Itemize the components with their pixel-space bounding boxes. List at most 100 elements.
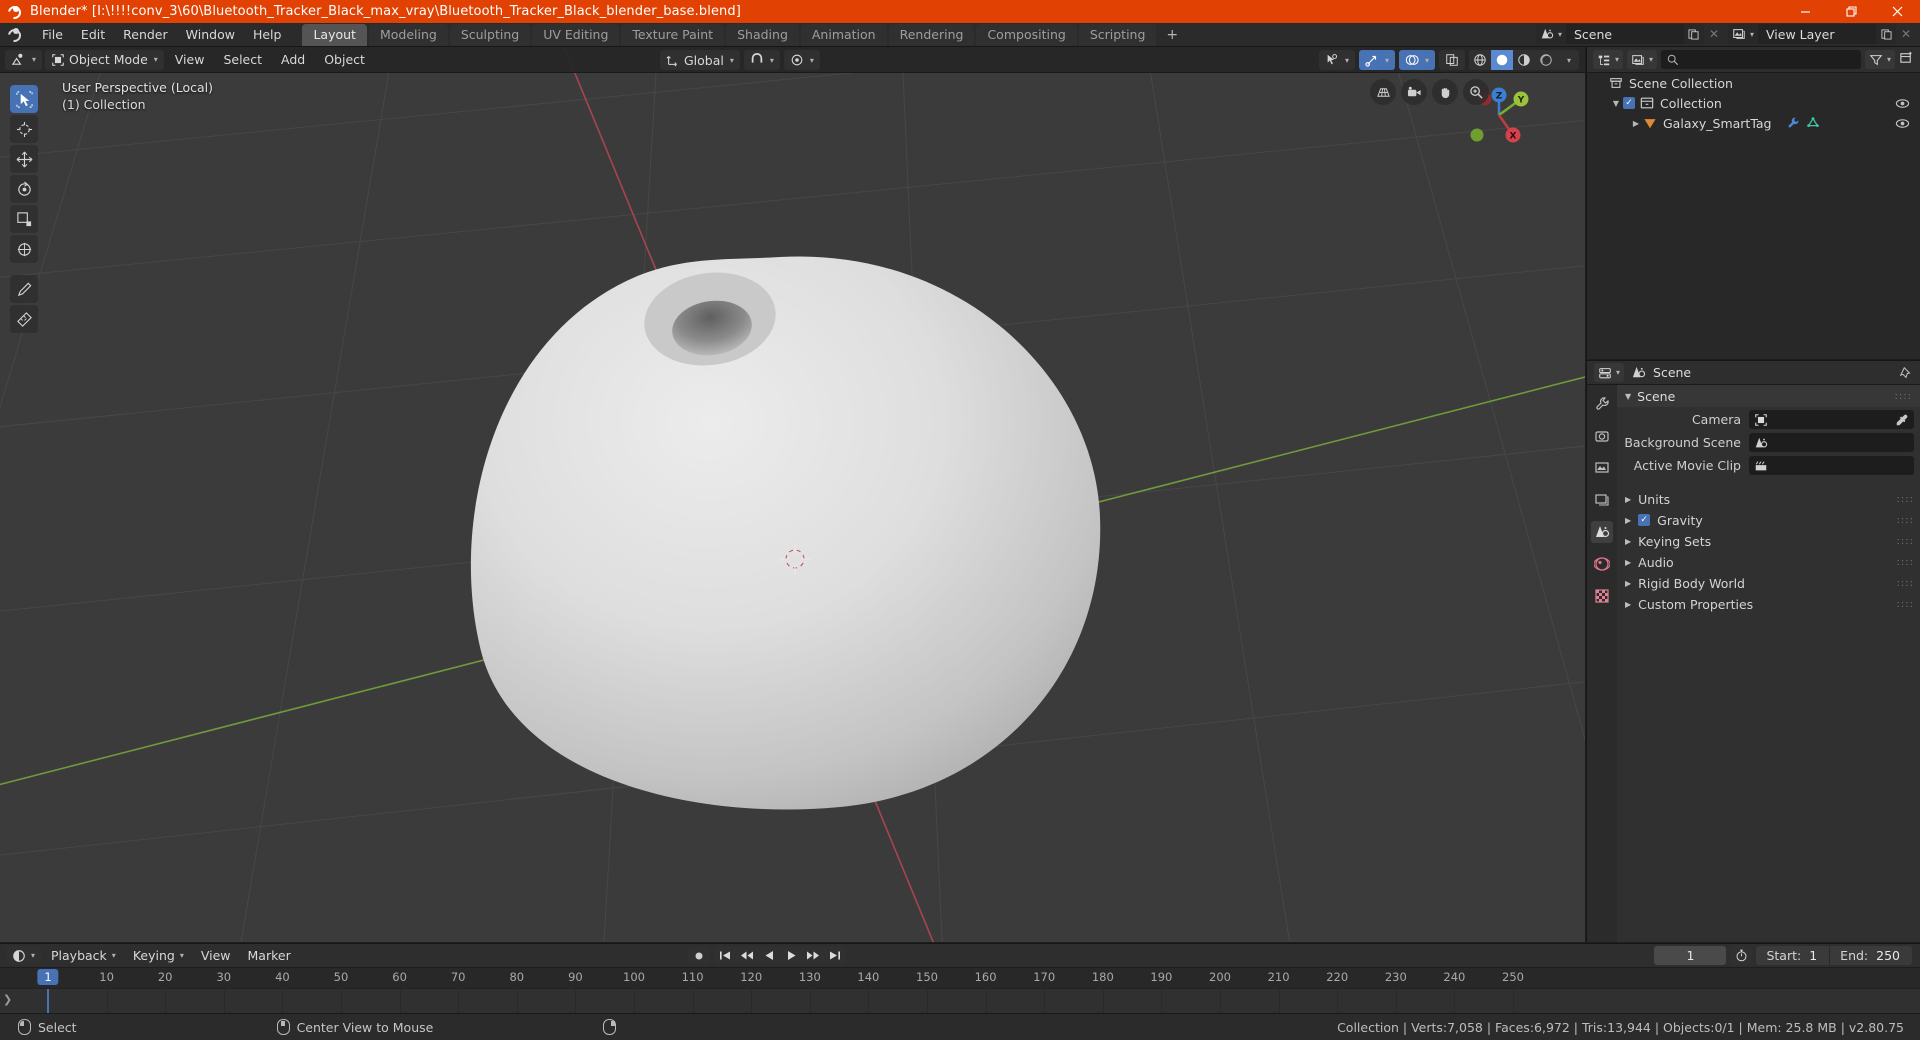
outliner-editor-type-button[interactable]: ▾ [1593, 50, 1624, 69]
tool-annotate[interactable] [10, 275, 38, 303]
toggle-orthographic-button[interactable] [1370, 79, 1396, 105]
tab-animation[interactable]: Animation [800, 23, 887, 46]
tab-texture-paint[interactable]: Texture Paint [621, 23, 725, 46]
shading-material-button[interactable] [1513, 50, 1535, 70]
tool-select-box[interactable] [10, 85, 38, 113]
outliner-row-collection[interactable]: ▼ ✓ Collection [1587, 93, 1920, 113]
timeline-ruler[interactable]: 1 10 20 30 40 50 60 70 80 90 100 110 120 130 140 150 16… [0, 968, 1920, 988]
eye-icon[interactable] [1895, 96, 1910, 111]
tool-move[interactable] [10, 145, 38, 173]
timeline-editor-type-button[interactable]: ▾ [6, 946, 42, 965]
jump-to-end-button[interactable] [824, 946, 846, 965]
play-reverse-button[interactable] [758, 946, 780, 965]
pin-icon[interactable] [1899, 366, 1913, 380]
tab-modeling[interactable]: Modeling [368, 23, 448, 46]
disclosure-triangle-icon[interactable]: ▶ [1629, 119, 1643, 128]
tab-texture-properties[interactable] [1591, 585, 1613, 607]
tool-scale[interactable] [10, 205, 38, 233]
next-keyframe-button[interactable] [802, 946, 824, 965]
tool-rotate[interactable] [10, 175, 38, 203]
scene-name-field[interactable]: Scene [1565, 24, 1684, 44]
visibility-selectability-button[interactable]: ▾ [1318, 50, 1355, 70]
camera-field[interactable] [1749, 410, 1914, 429]
end-value[interactable]: 250 [1874, 948, 1912, 963]
viewlayer-remove-button[interactable]: ✕ [1896, 24, 1916, 44]
viewport-menu-add[interactable]: Add [273, 49, 313, 70]
audio-section[interactable]: ▶ Audio :::: [1625, 552, 1914, 572]
tab-render-properties[interactable] [1591, 425, 1613, 447]
gravity-section[interactable]: ▶ ✓ Gravity :::: [1625, 510, 1914, 530]
auto-keying-button[interactable] [688, 946, 710, 965]
tab-layout[interactable]: Layout [302, 23, 367, 46]
timeline-editor[interactable]: ▾ Playback ▾ Keying ▾ View Marker 1 Star… [0, 943, 1920, 1013]
scene-unlink-button[interactable]: ✕ [1704, 24, 1724, 44]
previous-keyframe-button[interactable] [736, 946, 758, 965]
play-button[interactable] [780, 946, 802, 965]
tab-shading[interactable]: Shading [726, 23, 799, 46]
outliner-new-collection-button[interactable] [1899, 50, 1914, 69]
tab-view-layer-properties[interactable] [1591, 489, 1613, 511]
menu-help[interactable]: Help [244, 24, 291, 45]
viewport-menu-view[interactable]: View [167, 49, 213, 70]
current-frame-field[interactable]: 1 [1654, 946, 1727, 965]
timeline-menu-playback[interactable]: Playback ▾ [44, 945, 123, 966]
use-preview-range-button[interactable] [1730, 946, 1753, 965]
zoom-view-button[interactable] [1463, 79, 1489, 105]
sidebar-toggle-icon[interactable]: ❯ [3, 993, 12, 1006]
modifier-wrench-icon[interactable] [1786, 116, 1800, 130]
menu-render[interactable]: Render [114, 24, 177, 45]
menu-edit[interactable]: Edit [72, 24, 114, 45]
tool-transform[interactable] [10, 235, 38, 263]
disclosure-triangle-icon[interactable]: ▼ [1609, 99, 1623, 108]
shading-solid-button[interactable] [1491, 50, 1513, 70]
editor-type-button[interactable]: ▾ [5, 49, 43, 70]
timeline-menu-keying[interactable]: Keying ▾ [126, 945, 191, 966]
tab-rendering[interactable]: Rendering [888, 23, 975, 46]
menu-file[interactable]: File [33, 24, 72, 45]
gravity-checkbox[interactable]: ✓ [1638, 514, 1651, 526]
outliner-row-scene-collection[interactable]: Scene Collection [1587, 73, 1920, 93]
menu-window[interactable]: Window [177, 24, 244, 45]
eyedropper-icon[interactable] [1895, 413, 1909, 427]
minimize-button[interactable] [1782, 0, 1828, 23]
close-button[interactable] [1874, 0, 1920, 23]
move-view-button[interactable] [1432, 79, 1458, 105]
viewlayer-new-button[interactable] [1876, 24, 1896, 44]
restore-button[interactable] [1828, 0, 1874, 23]
start-value[interactable]: 1 [1807, 948, 1829, 963]
proportional-edit-button[interactable]: ▾ [783, 50, 820, 70]
add-workspace-button[interactable]: + [1158, 25, 1186, 45]
tab-uv-editing[interactable]: UV Editing [532, 23, 620, 46]
timeline-menu-view[interactable]: View [194, 945, 238, 966]
units-section[interactable]: ▶ Units :::: [1625, 489, 1914, 509]
tab-compositing[interactable]: Compositing [976, 23, 1077, 46]
shading-options-dropdown[interactable]: ▾ [1557, 50, 1579, 70]
outliner-row-galaxy-smarttag[interactable]: ▶ Galaxy_SmartTag [1587, 113, 1920, 133]
shading-rendered-button[interactable] [1535, 50, 1557, 70]
blender-logo-icon[interactable] [5, 24, 27, 46]
outliner-editor[interactable]: ▾ ▾ ▾ Scene Collection ▼ ✓ Collection ▶ … [1586, 47, 1920, 359]
scene-browse-button[interactable]: ▾ [1535, 24, 1566, 44]
custom-properties-section[interactable]: ▶ Custom Properties :::: [1625, 594, 1914, 614]
properties-editor-type-button[interactable]: ▾ [1594, 363, 1625, 382]
3d-viewport[interactable]: ▾ Object Mode ▾ View Select Add Object G… [0, 47, 1585, 942]
viewlayer-browse-button[interactable]: ▾ [1727, 24, 1758, 44]
tab-scene-properties[interactable] [1591, 521, 1613, 543]
eye-icon[interactable] [1895, 116, 1910, 131]
toggle-camera-view-button[interactable] [1401, 79, 1427, 105]
active-movie-clip-field[interactable] [1749, 456, 1914, 475]
timeline-track-area[interactable]: ❯ [0, 988, 1920, 1013]
rigid-body-world-section[interactable]: ▶ Rigid Body World :::: [1625, 573, 1914, 593]
mesh-data-icon[interactable] [1806, 116, 1820, 130]
outliner-display-mode-button[interactable]: ▾ [1627, 50, 1658, 69]
transform-orientation-dropdown[interactable]: Global ▾ [660, 50, 740, 70]
tab-output-properties[interactable] [1591, 457, 1613, 479]
timeline-menu-marker[interactable]: Marker [241, 945, 298, 966]
outliner-filter-button[interactable]: ▾ [1864, 50, 1895, 69]
tool-cursor[interactable] [10, 115, 38, 143]
tab-sculpting[interactable]: Sculpting [449, 23, 531, 46]
properties-editor[interactable]: ▾ Scene ▼ Scene:::: Camera Background S… [1586, 360, 1920, 942]
outliner-search-input[interactable] [1661, 50, 1861, 69]
scene-panel-header[interactable]: ▼ Scene :::: [1617, 385, 1920, 407]
background-scene-field[interactable] [1749, 433, 1914, 452]
